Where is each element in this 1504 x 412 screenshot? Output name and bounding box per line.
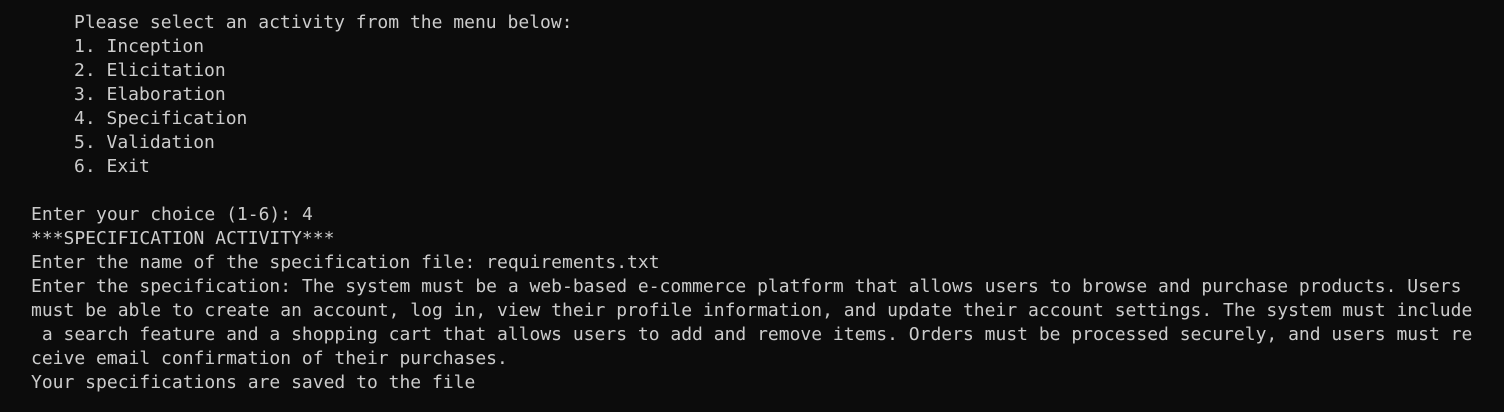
saved-message: Your specifications are saved to the fil…: [31, 372, 476, 393]
activity-header: ***SPECIFICATION ACTIVITY***: [31, 228, 335, 249]
spec-line-2: must be able to create an account, log i…: [31, 300, 1473, 321]
menu-item-elicitation: 2. Elicitation: [74, 60, 226, 81]
menu-prompt: Please select an activity from the menu …: [74, 12, 573, 33]
filename-prompt: Enter the name of the specification file…: [31, 252, 487, 273]
menu-item-specification: 4. Specification: [74, 108, 248, 129]
menu-item-elaboration: 3. Elaboration: [74, 84, 226, 105]
choice-prompt: Enter your choice (1-6):: [31, 204, 302, 225]
spec-line-1: Enter the specification: The system must…: [31, 276, 1462, 297]
terminal-window[interactable]: Please select an activity from the menu …: [0, 0, 1504, 412]
menu-item-validation: 5. Validation: [74, 132, 215, 153]
filename-line: Enter the name of the specification file…: [31, 251, 1504, 275]
choice-value: 4: [301, 204, 313, 225]
filename-value: requirements.txt: [486, 252, 660, 273]
menu-item-inception: 1. Inception: [74, 36, 205, 57]
spec-line-3: a search feature and a shopping cart tha…: [31, 324, 1473, 345]
menu-item-exit: 6. Exit: [74, 156, 150, 177]
choice-line: Enter your choice (1-6): 4: [31, 203, 1504, 227]
spec-line-4: ceive email confirmation of their purcha…: [31, 348, 508, 369]
